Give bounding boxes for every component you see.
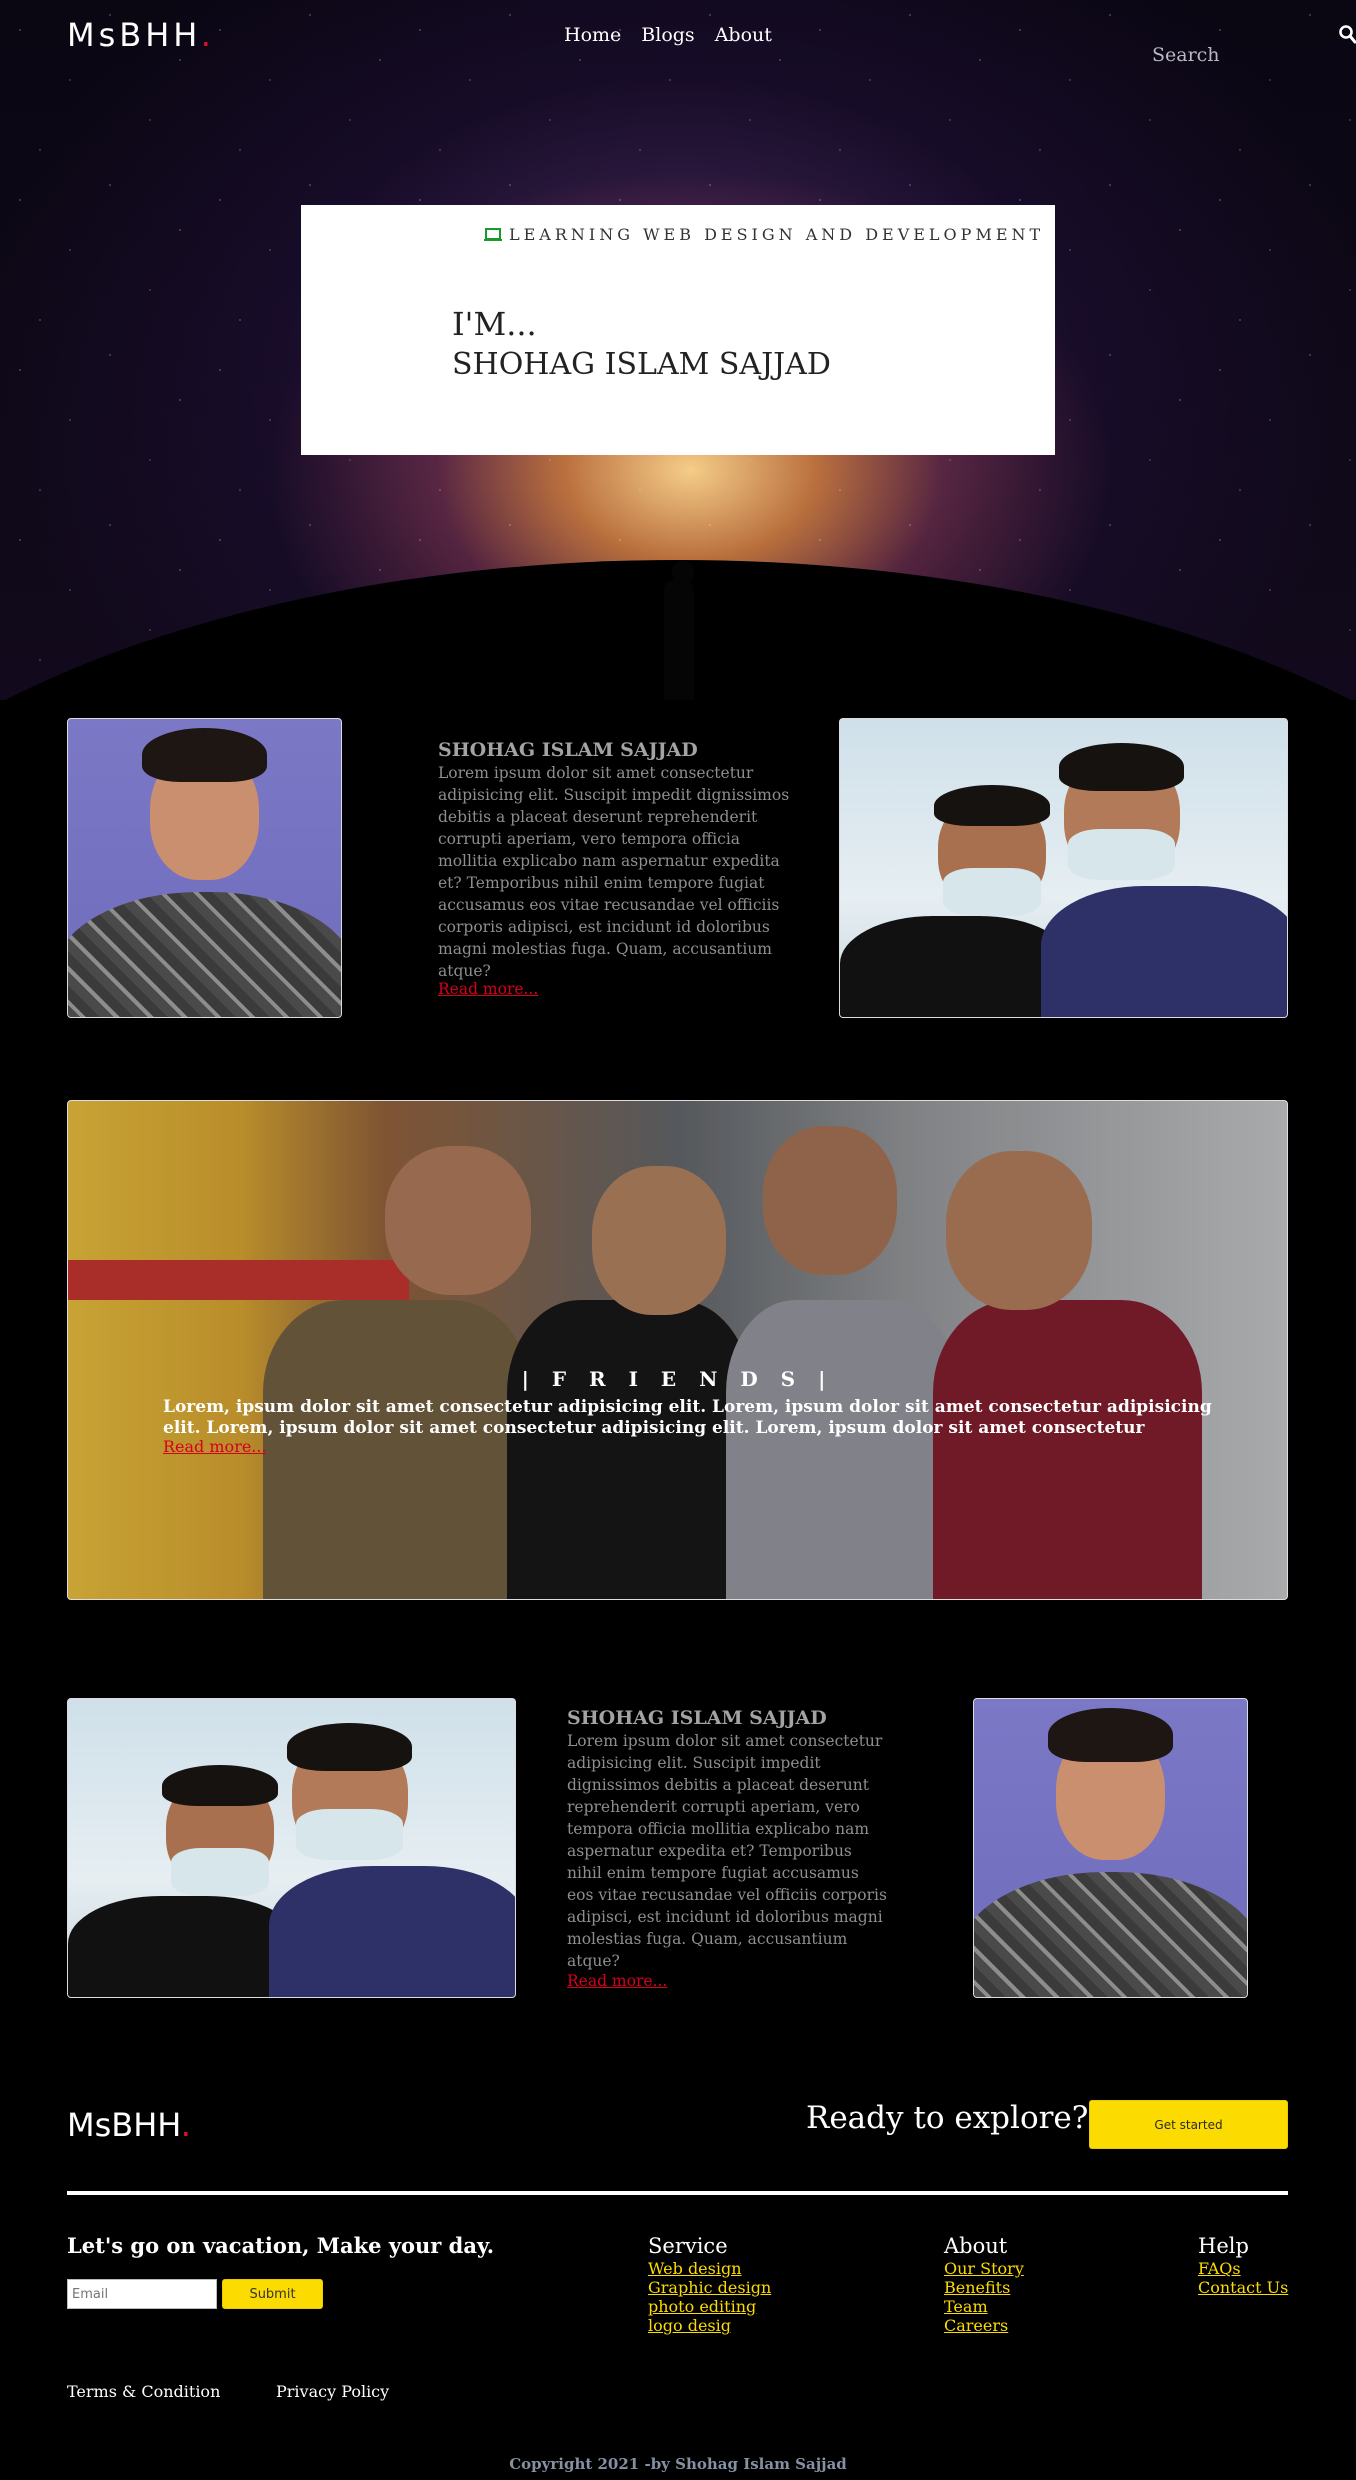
footer-link-photo-editing[interactable]: photo editing [648, 2297, 771, 2316]
laptop-icon [484, 227, 502, 241]
friends-read-more-link[interactable]: Read more... [163, 1437, 267, 1456]
friends-text: Lorem, ipsum dolor sit amet consectetur … [163, 1397, 1212, 1438]
footer-link-our-story[interactable]: Our Story [944, 2259, 1024, 2278]
read-more-link-2[interactable]: Read more... [567, 1972, 667, 1990]
hero-name: SHOHAG ISLAM SAJJAD [452, 347, 831, 382]
masked-friends-photo [839, 718, 1288, 1018]
footer-link-logo-design[interactable]: logo desig [648, 2316, 771, 2335]
nav-home-link[interactable]: Home [564, 24, 621, 46]
explore-heading: Ready to explore? [806, 2100, 1089, 2136]
email-field[interactable] [67, 2279, 217, 2309]
portrait-photo [67, 718, 342, 1018]
about-title: SHOHAG ISLAM SAJJAD [438, 739, 698, 761]
copyright-text: Copyright 2021 -by Shohag Islam Sajjad [509, 2455, 847, 2473]
footer-column-help: Help FAQs Contact Us [1198, 2233, 1288, 2297]
footer-column-title: Help [1198, 2234, 1249, 2258]
get-started-button[interactable]: Get started [1089, 2100, 1288, 2149]
footer-link-faqs[interactable]: FAQs [1198, 2259, 1288, 2278]
footer-column-title: Service [648, 2234, 728, 2258]
nav-about-link[interactable]: About [715, 24, 772, 46]
nav-blogs-link[interactable]: Blogs [641, 24, 694, 46]
footer-link-contact-us[interactable]: Contact Us [1198, 2278, 1288, 2297]
footer-link-web-design[interactable]: Web design [648, 2259, 771, 2278]
site-logo[interactable]: MsBHH. [67, 16, 215, 54]
about-text: Lorem ipsum dolor sit amet consectetur a… [438, 764, 790, 980]
main-nav: Home Blogs About [564, 24, 772, 46]
friends-title: | F R I E N D S | [521, 1367, 834, 1391]
search-input[interactable] [1140, 36, 1330, 74]
friends-banner: | F R I E N D S | Lorem, ipsum dolor sit… [67, 1100, 1288, 1600]
newsletter-heading: Let's go on vacation, Make your day. [67, 2233, 495, 2258]
portrait-photo-2 [973, 1698, 1248, 1998]
footer-link-team[interactable]: Team [944, 2297, 1024, 2316]
footer-link-graphic-design[interactable]: Graphic design [648, 2278, 771, 2297]
footer-logo-text: MsBHH [67, 2106, 181, 2144]
search-icon[interactable] [1338, 24, 1356, 44]
footer-divider [67, 2191, 1288, 2195]
site-logo-dot: . [200, 16, 215, 54]
footer-column-about: About Our Story Benefits Team Careers [944, 2233, 1024, 2335]
privacy-link[interactable]: Privacy Policy [276, 2382, 389, 2401]
about-title-2: SHOHAG ISLAM SAJJAD [567, 1707, 827, 1729]
terms-link[interactable]: Terms & Condition [67, 2382, 220, 2401]
site-logo-text: MsBHH [67, 16, 201, 54]
hero-intro-card: LEARNING WEB DESIGN AND DEVELOPMENT I'M.… [301, 205, 1055, 455]
masked-friends-photo-2 [67, 1698, 516, 1998]
hero-silhouette-body [664, 580, 694, 700]
hero-intro: I'M... [452, 305, 537, 343]
footer-logo-dot: . [180, 2106, 191, 2144]
hero-tagline-text: LEARNING WEB DESIGN AND DEVELOPMENT [509, 225, 1045, 244]
footer-link-benefits[interactable]: Benefits [944, 2278, 1024, 2297]
footer-link-careers[interactable]: Careers [944, 2316, 1024, 2335]
hero-tagline: LEARNING WEB DESIGN AND DEVELOPMENT [483, 225, 1044, 244]
footer-column-title: About [944, 2234, 1008, 2258]
footer-column-service: Service Web design Graphic design photo … [648, 2233, 771, 2335]
about-text-2: Lorem ipsum dolor sit amet consectetur a… [567, 1732, 887, 1970]
read-more-link[interactable]: Read more... [438, 980, 538, 998]
submit-button[interactable]: Submit [222, 2279, 323, 2309]
footer-logo[interactable]: MsBHH. [67, 2106, 191, 2144]
